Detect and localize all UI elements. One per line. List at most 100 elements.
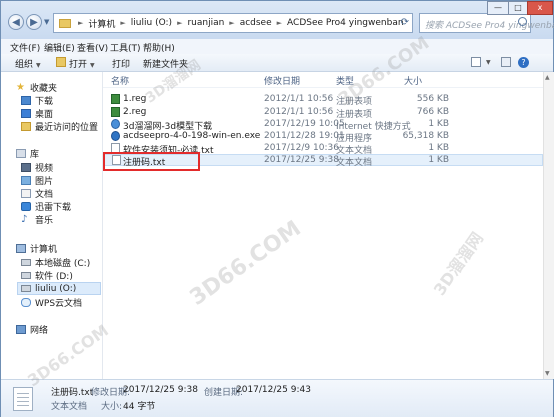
network-icon <box>16 325 26 334</box>
breadcrumb-ruanjian[interactable]: ruanjian <box>187 18 224 28</box>
file-modified: 2011/12/28 19:01 <box>264 131 345 141</box>
nav-music-label: 音乐 <box>35 216 54 226</box>
organize-button[interactable]: 组织 ▼ <box>15 57 41 70</box>
nav-documents[interactable]: 文档 <box>21 187 53 200</box>
chevron-right-icon[interactable]: ► <box>277 19 282 27</box>
nav-pictures[interactable]: 图片 <box>21 174 53 187</box>
vertical-scrollbar[interactable]: ▲ ▼ <box>543 72 554 379</box>
breadcrumb-current[interactable]: ACDSee Pro4 yingwenban <box>287 18 404 28</box>
search-icon[interactable] <box>518 17 527 26</box>
file-size: 1 KB <box>428 143 449 153</box>
library-icon <box>16 149 26 158</box>
menu-help[interactable]: 帮助(H) <box>143 41 175 54</box>
file-type: 文本文档 <box>336 158 373 168</box>
nav-favorites-label: 收藏夹 <box>30 84 58 94</box>
nav-drive-c-label: 本地磁盘 (C:) <box>35 259 91 269</box>
nav-computer[interactable]: 计算机 <box>16 242 57 255</box>
nav-recent[interactable]: 最近访问的位置 <box>21 120 98 133</box>
file-name: 1.reg <box>123 94 147 104</box>
title-bar: ◀ ▶ ▼ ► 计算机 ► liuliu (O:) ► ruanjian ► a… <box>1 1 554 39</box>
details-type: 文本文档 <box>51 402 88 412</box>
music-icon: ♪ <box>21 214 28 225</box>
breadcrumb-computer[interactable]: 计算机 <box>88 17 115 30</box>
refresh-icon[interactable]: ⟳ <box>401 17 409 28</box>
close-button[interactable]: x <box>527 1 553 15</box>
shortcut-icon <box>111 119 120 129</box>
print-button[interactable]: 打印 <box>112 57 130 70</box>
file-row[interactable]: 2.reg 2012/1/1 10:56 注册表项 766 KB <box>103 106 543 120</box>
nav-wps[interactable]: WPS云文档 <box>21 296 82 309</box>
nav-downloads[interactable]: 下载 <box>21 94 53 107</box>
star-icon: ★ <box>16 82 25 93</box>
nav-xunlei[interactable]: 迅雷下载 <box>21 200 71 213</box>
file-preview-icon <box>13 387 33 411</box>
nav-videos-label: 视频 <box>35 164 54 174</box>
nav-desktop[interactable]: 桌面 <box>21 107 53 120</box>
nav-favorites[interactable]: ★ 收藏夹 <box>16 81 57 94</box>
chevron-right-icon[interactable]: ► <box>229 19 234 27</box>
help-icon[interactable]: ? <box>518 57 529 68</box>
new-folder-button[interactable]: 新建文件夹 <box>143 57 188 70</box>
menu-file[interactable]: 文件(F) <box>10 41 40 54</box>
chevron-right-icon[interactable]: ► <box>177 19 182 27</box>
details-created: 2017/12/25 9:43 <box>236 385 311 395</box>
file-row[interactable]: 3d溜溜网-3d模型下载 2017/12/19 10:05 Internet 快… <box>103 118 543 132</box>
xunlei-icon <box>21 202 31 211</box>
file-row[interactable]: 1.reg 2012/1/1 10:56 注册表项 556 KB <box>103 93 543 107</box>
address-bar[interactable]: ► 计算机 ► liuliu (O:) ► ruanjian ► acdsee … <box>53 13 413 33</box>
file-size: 556 KB <box>416 94 449 104</box>
forward-button[interactable]: ▶ <box>26 14 42 30</box>
command-bar: 组织 ▼ 打开 ▼ 打印 新建文件夹 ▼ ? <box>1 54 553 72</box>
nav-network[interactable]: 网络 <box>16 323 48 336</box>
nav-xunlei-label: 迅雷下载 <box>35 203 72 213</box>
back-button[interactable]: ◀ <box>8 14 24 30</box>
view-options-icon[interactable] <box>471 57 481 67</box>
scroll-down-icon[interactable]: ▼ <box>545 370 550 377</box>
view-dropdown-icon[interactable]: ▼ <box>486 59 491 66</box>
nav-recent-label: 最近访问的位置 <box>35 123 99 133</box>
chevron-right-icon[interactable]: ► <box>120 19 125 27</box>
column-header-name[interactable]: 名称 <box>111 74 129 87</box>
document-icon <box>21 189 31 198</box>
recent-pages-dropdown-icon[interactable]: ▼ <box>44 18 49 26</box>
download-folder-icon <box>21 96 31 105</box>
maximize-button[interactable]: □ <box>508 1 528 15</box>
details-pane: 注册码.txt 修改日期: 2017/12/25 9:38 创建日期: 2017… <box>1 379 553 417</box>
menu-edit[interactable]: 编辑(E) <box>44 41 75 54</box>
file-modified: 2012/1/1 10:56 <box>264 107 334 117</box>
reg-icon <box>111 94 120 104</box>
minimize-button[interactable]: — <box>487 1 509 15</box>
nav-drive-c[interactable]: 本地磁盘 (C:) <box>21 256 90 269</box>
nav-drive-o[interactable]: liuliu (O:) <box>17 282 101 295</box>
scroll-up-icon[interactable]: ▲ <box>545 74 550 81</box>
explorer-window: ◀ ▶ ▼ ► 计算机 ► liuliu (O:) ► ruanjian ► a… <box>0 0 554 417</box>
dropdown-arrow-icon: ▼ <box>36 62 41 69</box>
breadcrumb-drive[interactable]: liuliu (O:) <box>131 18 172 28</box>
nav-music[interactable]: ♪ 音乐 <box>21 213 53 226</box>
nav-downloads-label: 下载 <box>35 97 54 107</box>
search-box[interactable]: 搜索 ACDSee Pro4 yingwenban <box>419 13 554 33</box>
menu-view[interactable]: 查看(V) <box>77 41 108 54</box>
exe-icon <box>111 131 120 141</box>
search-placeholder: 搜索 ACDSee Pro4 yingwenban <box>425 21 554 31</box>
file-size: 65,318 KB <box>402 131 449 141</box>
nav-libraries[interactable]: 库 <box>16 147 39 160</box>
nav-videos[interactable]: 视频 <box>21 161 53 174</box>
navigation-pane: ★ 收藏夹 下载 桌面 最近访问的位置 库 视频 图片 文档 迅雷下载 ♪ 音乐 计… <box>1 72 103 379</box>
reg-icon <box>111 107 120 117</box>
file-modified: 2012/1/1 10:56 <box>264 94 334 104</box>
open-label: 打开 <box>69 60 88 70</box>
column-header-modified[interactable]: 修改日期 <box>264 74 300 87</box>
column-header-type[interactable]: 类型 <box>336 74 354 87</box>
preview-pane-icon[interactable] <box>501 57 511 67</box>
chevron-right-icon[interactable]: ► <box>78 19 83 27</box>
breadcrumb-acdsee[interactable]: acdsee <box>240 18 272 28</box>
nav-drive-d[interactable]: 软件 (D:) <box>21 269 73 282</box>
menu-tools[interactable]: 工具(T) <box>110 41 141 54</box>
open-button[interactable]: 打开 ▼ <box>69 57 95 70</box>
file-row[interactable]: acdseepro-4-0-198-win-en.exe 2011/12/28 … <box>103 130 543 144</box>
file-size: 1 KB <box>428 155 449 165</box>
details-modified: 2017/12/25 9:38 <box>123 385 198 395</box>
column-header-size[interactable]: 大小 <box>404 74 422 87</box>
nav-computer-label: 计算机 <box>30 245 58 255</box>
